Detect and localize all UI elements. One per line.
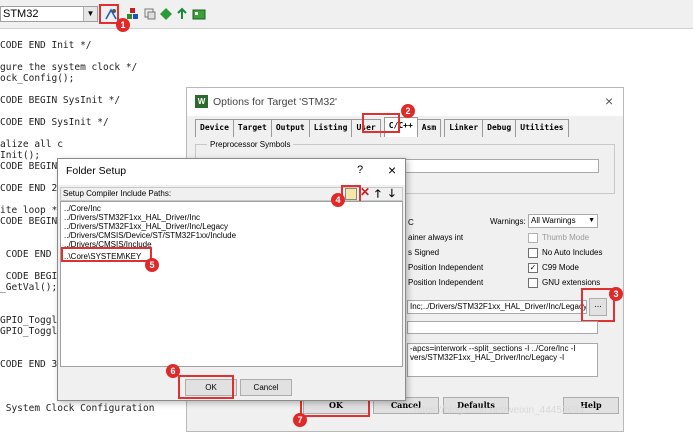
highlight-new-path (61, 247, 152, 262)
misc-controls-input[interactable] (407, 321, 598, 334)
highlight-folder-ok (178, 375, 234, 399)
delete-icon[interactable]: ✕ (360, 185, 370, 199)
code-line: ite loop */ (0, 205, 63, 216)
tab-utilities[interactable]: Utilities (515, 119, 569, 137)
tab-device[interactable]: Device (195, 119, 234, 137)
code-line: CODE END (0, 249, 52, 260)
no-auto-includes-checkbox[interactable] (528, 248, 538, 258)
uvision-app-icon: W (195, 95, 208, 108)
gnu-extensions-checkbox[interactable] (528, 278, 538, 288)
read-write-position-independent-fragment: Position Independent (408, 278, 484, 287)
list-item[interactable]: ../Drivers/STM32F1xx_HAL_Driver/Inc (64, 213, 200, 222)
thumb-mode-label: Thumb Mode (542, 233, 590, 242)
warnings-label: Warnings: (490, 217, 526, 226)
step-badge-2: 2 (401, 104, 415, 118)
code-line: CODE END SysInit */ (0, 117, 109, 128)
read-only-position-independent-fragment: Position Independent (408, 263, 484, 272)
c99-mode-checkbox[interactable]: ✓ (528, 263, 538, 273)
compiler-control-line-1: -apcs=interwork --split_sections -I ../C… (410, 344, 576, 353)
folder-setup-dialog: Folder Setup ? × Setup Compiler Include … (57, 158, 406, 401)
step-badge-1: 1 (116, 18, 130, 32)
list-item[interactable]: ../Drivers/STM32F1xx_HAL_Driver/Inc/Lega… (64, 222, 228, 231)
code-line: ock_Config(); (0, 73, 75, 84)
include-paths-header-label: Setup Compiler Include Paths: (63, 189, 172, 198)
compiler-control-line-2: vers/STM32F1xx_HAL_Driver/Inc/Legacy -I (410, 353, 565, 362)
options-dialog-title: Options for Target 'STM32' (213, 96, 338, 108)
step-badge-5: 5 (145, 258, 159, 272)
code-line: CODE END Init */ (0, 40, 92, 51)
code-line: CODE BEGIN (0, 216, 58, 227)
tab-linker[interactable]: Linker (444, 119, 484, 137)
tab-listing[interactable]: Listing (308, 119, 353, 137)
code-line: gure the system clock */ (0, 62, 138, 73)
define-input[interactable] (401, 159, 599, 173)
chevron-down-icon: ▼ (588, 217, 595, 224)
tab-output[interactable]: Output (270, 119, 310, 137)
warnings-select[interactable]: All Warnings ▼ (528, 214, 598, 228)
code-line: GPIO_Toggle (0, 315, 63, 326)
enum-container-label-fragment: ainer always int (408, 233, 464, 242)
code-line: _GetVal(); (0, 282, 58, 293)
tab-debug[interactable]: Debug (482, 119, 517, 137)
tab-target[interactable]: Target (232, 119, 272, 137)
gnu-extensions-label: GNU extensions (542, 278, 601, 287)
code-line: CODE END 2 (0, 183, 58, 194)
step-badge-4: 4 (331, 193, 345, 207)
code-line: CODE BEGIN SysInit */ (0, 95, 121, 106)
include-paths-input[interactable]: Inc;../Drivers/STM32F1xx_HAL_Driver/Inc/… (407, 300, 587, 314)
list-item[interactable]: ../Drivers/CMSIS/Device/ST/STM32F1xx/Inc… (64, 231, 236, 240)
code-line: alize all c (0, 139, 63, 150)
code-line: CODE END 3 (0, 359, 58, 370)
help-icon[interactable]: ? (357, 164, 363, 176)
watermark: https://blog.csdn.net/weixin_44453694 (414, 405, 585, 416)
step-badge-7: 7 (293, 413, 307, 427)
optimization-label-fragment: C (408, 218, 414, 227)
folder-cancel-button[interactable]: Cancel (240, 379, 292, 396)
close-icon[interactable]: × (605, 93, 613, 109)
highlight-c-cpp-tab (362, 113, 400, 133)
chevron-down-icon[interactable]: ▼ (83, 7, 97, 21)
compiler-control-string: -apcs=interwork --split_sections -I ../C… (407, 343, 598, 377)
thumb-mode-checkbox[interactable] (528, 233, 538, 243)
tab-asm[interactable]: Asm (416, 119, 442, 137)
target-select-value: STM32 (3, 8, 39, 20)
folder-setup-titlebar: Folder Setup ? × (58, 159, 405, 185)
list-item[interactable]: ../Core/Inc (64, 204, 101, 213)
close-icon[interactable]: × (388, 162, 396, 178)
include-paths-list[interactable]: ../Core/Inc ../Drivers/STM32F1xx_HAL_Dri… (60, 201, 403, 367)
code-line: System Clock Configuration (0, 403, 155, 414)
folder-setup-title: Folder Setup (66, 165, 127, 177)
target-select[interactable]: STM32 ▼ (0, 6, 98, 22)
no-auto-includes-label: No Auto Includes (542, 248, 603, 257)
pack-installer-icon[interactable] (173, 5, 191, 23)
step-badge-3: 3 (609, 287, 623, 301)
code-line: CODE BEGI (0, 271, 58, 282)
step-badge-6: 6 (166, 364, 180, 378)
preprocessor-label: Preprocessor Symbols (207, 140, 294, 149)
c99-mode-label: C99 Mode (542, 263, 579, 272)
code-line: Init(); (0, 150, 41, 161)
plain-char-signed-label-fragment: s Signed (408, 248, 440, 257)
select-packs-icon[interactable] (190, 5, 208, 23)
warnings-select-value: All Warnings (531, 216, 576, 225)
code-line: CODE BEGIN (0, 161, 58, 172)
code-line: GPIO_Toggle (0, 326, 63, 337)
